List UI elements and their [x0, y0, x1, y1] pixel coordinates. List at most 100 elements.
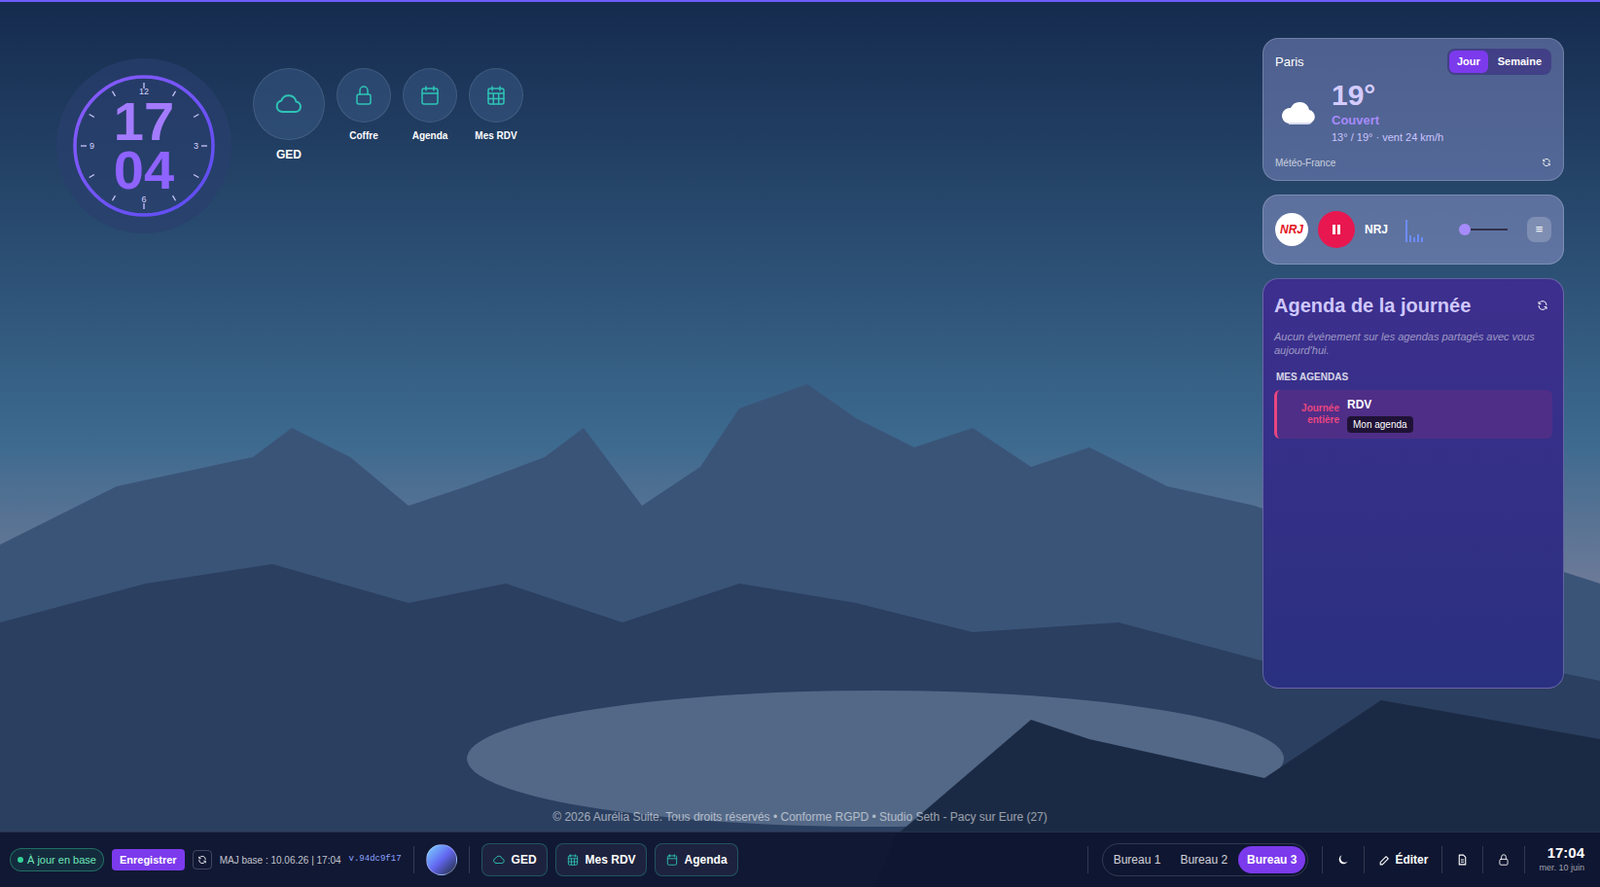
version: v.94dc9f17	[349, 853, 402, 867]
station-logo-text: NRJ	[1280, 220, 1304, 239]
dial-number: 6	[141, 195, 146, 205]
station-name: NRJ	[1364, 220, 1388, 239]
visualizer-bar	[1409, 235, 1412, 243]
refresh-icon	[1541, 157, 1552, 168]
period-tab[interactable]: Jour	[1449, 50, 1489, 73]
period-tab[interactable]: Semaine	[1490, 50, 1550, 73]
weather-range: 13° / 19° · vent 24 km/h	[1331, 129, 1444, 146]
desktop-icon-label[interactable]: Coffre	[349, 128, 378, 143]
cloud-icon	[273, 88, 305, 120]
top-accent	[0, 0, 1600, 2]
pinned-app-label[interactable]: Agenda	[684, 851, 728, 869]
agenda-refresh-button[interactable]	[1536, 299, 1553, 312]
edit-label[interactable]: Éditer	[1394, 851, 1428, 869]
agenda-event[interactable]: Journée entière RDVMon agenda	[1274, 390, 1553, 439]
analog-clock: 12 3 6 91704	[56, 58, 232, 234]
radio-player: NRJ NRJ ≡	[1262, 194, 1565, 265]
document-icon	[1456, 853, 1469, 867]
refresh-icon	[197, 854, 208, 865]
taskbar-time: 17:04	[1547, 845, 1585, 862]
divider	[1363, 846, 1365, 874]
weather-card: ParisJourSemaine19°Couvert13° / 19° · ve…	[1262, 37, 1565, 181]
pinned-app-label[interactable]: Mes RDV	[585, 851, 637, 869]
weather-refresh-button[interactable]	[1541, 157, 1552, 168]
save-button[interactable]: Enregistrer	[111, 849, 185, 872]
pinned-app[interactable]: GED	[481, 843, 548, 877]
theme-button[interactable]	[1336, 853, 1351, 867]
lock-icon	[352, 83, 376, 107]
desktop-icon[interactable]: Agenda	[400, 68, 460, 143]
desktop-icon[interactable]: Coffre	[334, 68, 393, 143]
divider	[1524, 846, 1526, 874]
divider	[413, 846, 415, 874]
dial-number: 3	[193, 142, 199, 151]
pinned-app-label[interactable]: GED	[511, 851, 537, 869]
calendar-icon	[418, 83, 442, 107]
taskbar-left: À jour en baseEnregistrerMAJ base : 10.0…	[9, 843, 739, 877]
grid-icon	[566, 853, 580, 867]
cloud-icon	[492, 853, 506, 867]
divider	[1441, 846, 1443, 874]
dial-number: 9	[89, 142, 95, 151]
desktop-icon-label[interactable]: Agenda	[412, 128, 449, 143]
lock-icon	[1496, 853, 1511, 867]
desktop-tab[interactable]: Bureau 3	[1238, 846, 1306, 874]
desktop-icon[interactable]: GED	[250, 68, 327, 164]
condition: Couvert	[1331, 110, 1444, 131]
clock-minutes: 04	[113, 145, 175, 195]
lock-button[interactable]	[1496, 853, 1511, 867]
radio-menu-glyph[interactable]: ≡	[1535, 222, 1544, 236]
moon-icon	[1336, 853, 1351, 867]
visualizer-bar	[1413, 237, 1416, 243]
pinned-app[interactable]: Agenda	[654, 843, 739, 877]
desktop-icon-badge[interactable]	[336, 68, 392, 123]
desktop-tab[interactable]: Bureau 2	[1171, 846, 1237, 874]
taskbar-date: mer. 10 juin	[1538, 861, 1585, 876]
desktop-icon-badge[interactable]	[252, 68, 325, 141]
divider	[1321, 846, 1323, 874]
desktop-icons: GED Coffre Agenda Mes RDV	[250, 58, 526, 164]
divider	[1482, 846, 1484, 874]
volume-slider[interactable]	[1459, 228, 1508, 231]
period-toggle: JourSemaine	[1447, 48, 1552, 75]
volume-knob[interactable]	[1458, 223, 1471, 236]
agenda-title: Agenda de la journée	[1274, 290, 1471, 320]
desktop-icon-badge[interactable]	[468, 68, 524, 123]
weather-city: Paris	[1275, 52, 1305, 72]
audio-visualizer	[1405, 216, 1443, 243]
dial-number: 12	[139, 87, 149, 97]
copyright: © 2026 Aurélia Suite. Tous droits réserv…	[552, 810, 1048, 824]
divider	[1087, 846, 1089, 874]
refresh-icon	[1536, 299, 1549, 312]
pinned-app[interactable]: Mes RDV	[555, 843, 647, 877]
notes-button[interactable]	[1456, 853, 1469, 867]
sync-dot	[17, 856, 24, 863]
desktop-icon-label[interactable]: GED	[276, 145, 302, 164]
weather-footer: Météo-France	[1275, 155, 1552, 171]
grid-icon	[484, 83, 508, 107]
desktop-icon[interactable]: Mes RDV	[466, 68, 526, 143]
radio-menu-button[interactable]: ≡	[1527, 216, 1552, 243]
weather-source: Météo-France	[1275, 155, 1336, 171]
agenda-header: Agenda de la journée	[1274, 290, 1553, 320]
sync-status: À jour en base	[9, 848, 105, 873]
edit-button[interactable]: Éditer	[1378, 851, 1428, 869]
pencil-icon	[1378, 853, 1391, 867]
desktop-icon-badge[interactable]	[402, 68, 458, 123]
event-time: Journée entière	[1284, 402, 1340, 427]
reload-button[interactable]	[192, 850, 213, 870]
agenda-empty-message: Aucun événement sur les agendas partagés…	[1274, 329, 1553, 359]
clock-digits: 1704	[56, 58, 232, 234]
play-pause-button[interactable]	[1317, 211, 1355, 249]
event-details: RDVMon agenda	[1347, 395, 1414, 433]
pause-icon	[1329, 222, 1344, 237]
visualizer-bar	[1417, 234, 1420, 243]
avatar[interactable]	[426, 844, 458, 876]
desktop-switcher: Bureau 1Bureau 2Bureau 3	[1102, 843, 1310, 877]
desktop-icon-label[interactable]: Mes RDV	[474, 128, 517, 143]
desktop-tab[interactable]: Bureau 1	[1104, 846, 1171, 874]
agenda-section-title: MES AGENDAS	[1274, 369, 1553, 385]
calendar-icon	[665, 853, 679, 867]
agenda-panel: Agenda de la journée Aucun événement sur …	[1262, 278, 1565, 689]
cloud-weather-icon	[1279, 97, 1318, 127]
